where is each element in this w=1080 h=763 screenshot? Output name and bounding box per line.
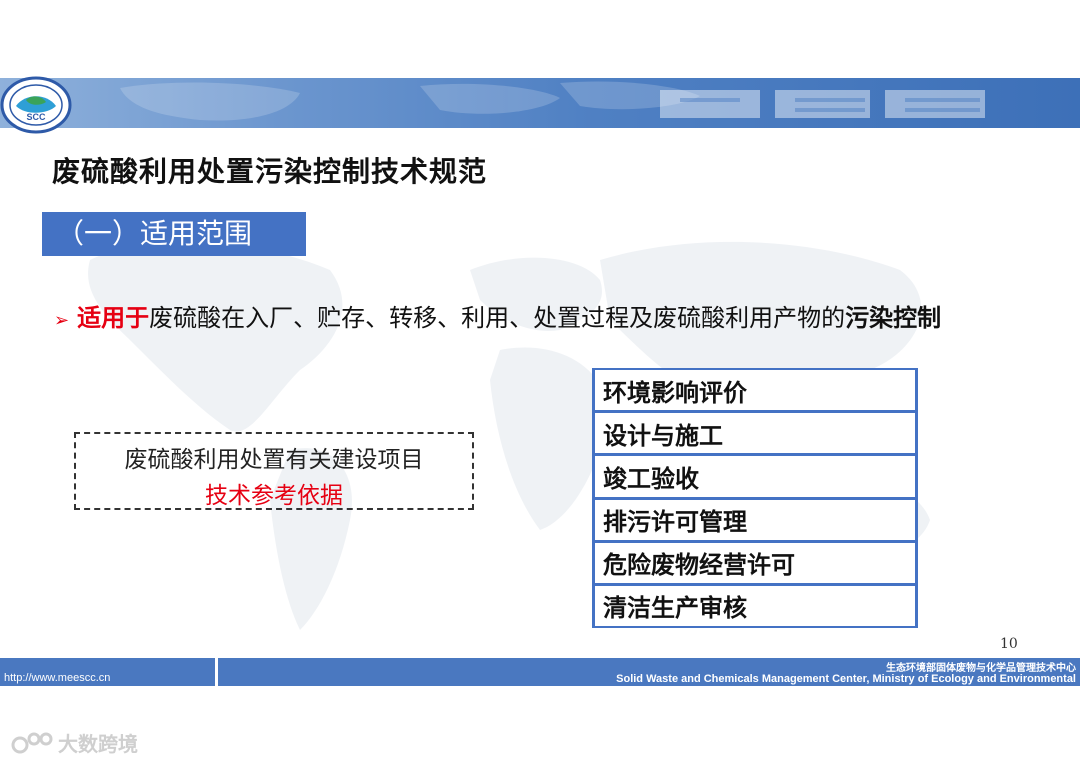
footer-org-en: Solid Waste and Chemicals Management Cen… [616,673,1076,685]
list-item: 清洁生产审核 [595,585,915,627]
mee-banner-letters [660,90,985,118]
bullet-text: 废硫酸在入厂、贮存、转移、利用、处置过程及废硫酸利用产物的 [149,304,846,332]
footer-url-link[interactable]: http://www.meescc.cn [4,672,110,684]
list-item: 竣工验收 [595,456,915,497]
footer-org-cn: 生态环境部固体废物与化学品管理技术中心 [886,663,1076,674]
application-list: 环境影响评价 设计与施工 竣工验收 排污许可管理 危险废物经营许可 清洁生产审核 [592,368,918,628]
reference-basis-box: 废硫酸利用处置有关建设项目 技术参考依据 [74,432,474,510]
logo-text: SCC [26,112,46,122]
reference-box-line1: 废硫酸利用处置有关建设项目 [124,447,424,473]
scc-logo: SCC [0,76,72,134]
list-item: 环境影响评价 [595,370,915,411]
watermark-logo-icon [11,732,53,753]
reference-box-line2: 技术参考依据 [205,483,343,509]
bullet-emphasis: 污染控制 [845,304,942,332]
bullet-highlight: 适用于 [77,304,150,332]
scope-bullet: ➢ 适用于废硫酸在入厂、贮存、转移、利用、处置过程及废硫酸利用产物的污染控制 [54,298,941,333]
section-heading: （一）适用范围 [42,212,306,256]
page-number: 10 [1000,636,1018,652]
slide-title: 废硫酸利用处置污染控制技术规范 [52,155,488,188]
watermark: 大数跨境 [10,728,138,757]
list-item: 排污许可管理 [595,499,915,540]
arrow-bullet-icon: ➢ [54,310,70,331]
list-item: 危险废物经营许可 [595,542,915,583]
watermark-text: 大数跨境 [58,732,138,756]
list-item: 设计与施工 [595,413,915,454]
